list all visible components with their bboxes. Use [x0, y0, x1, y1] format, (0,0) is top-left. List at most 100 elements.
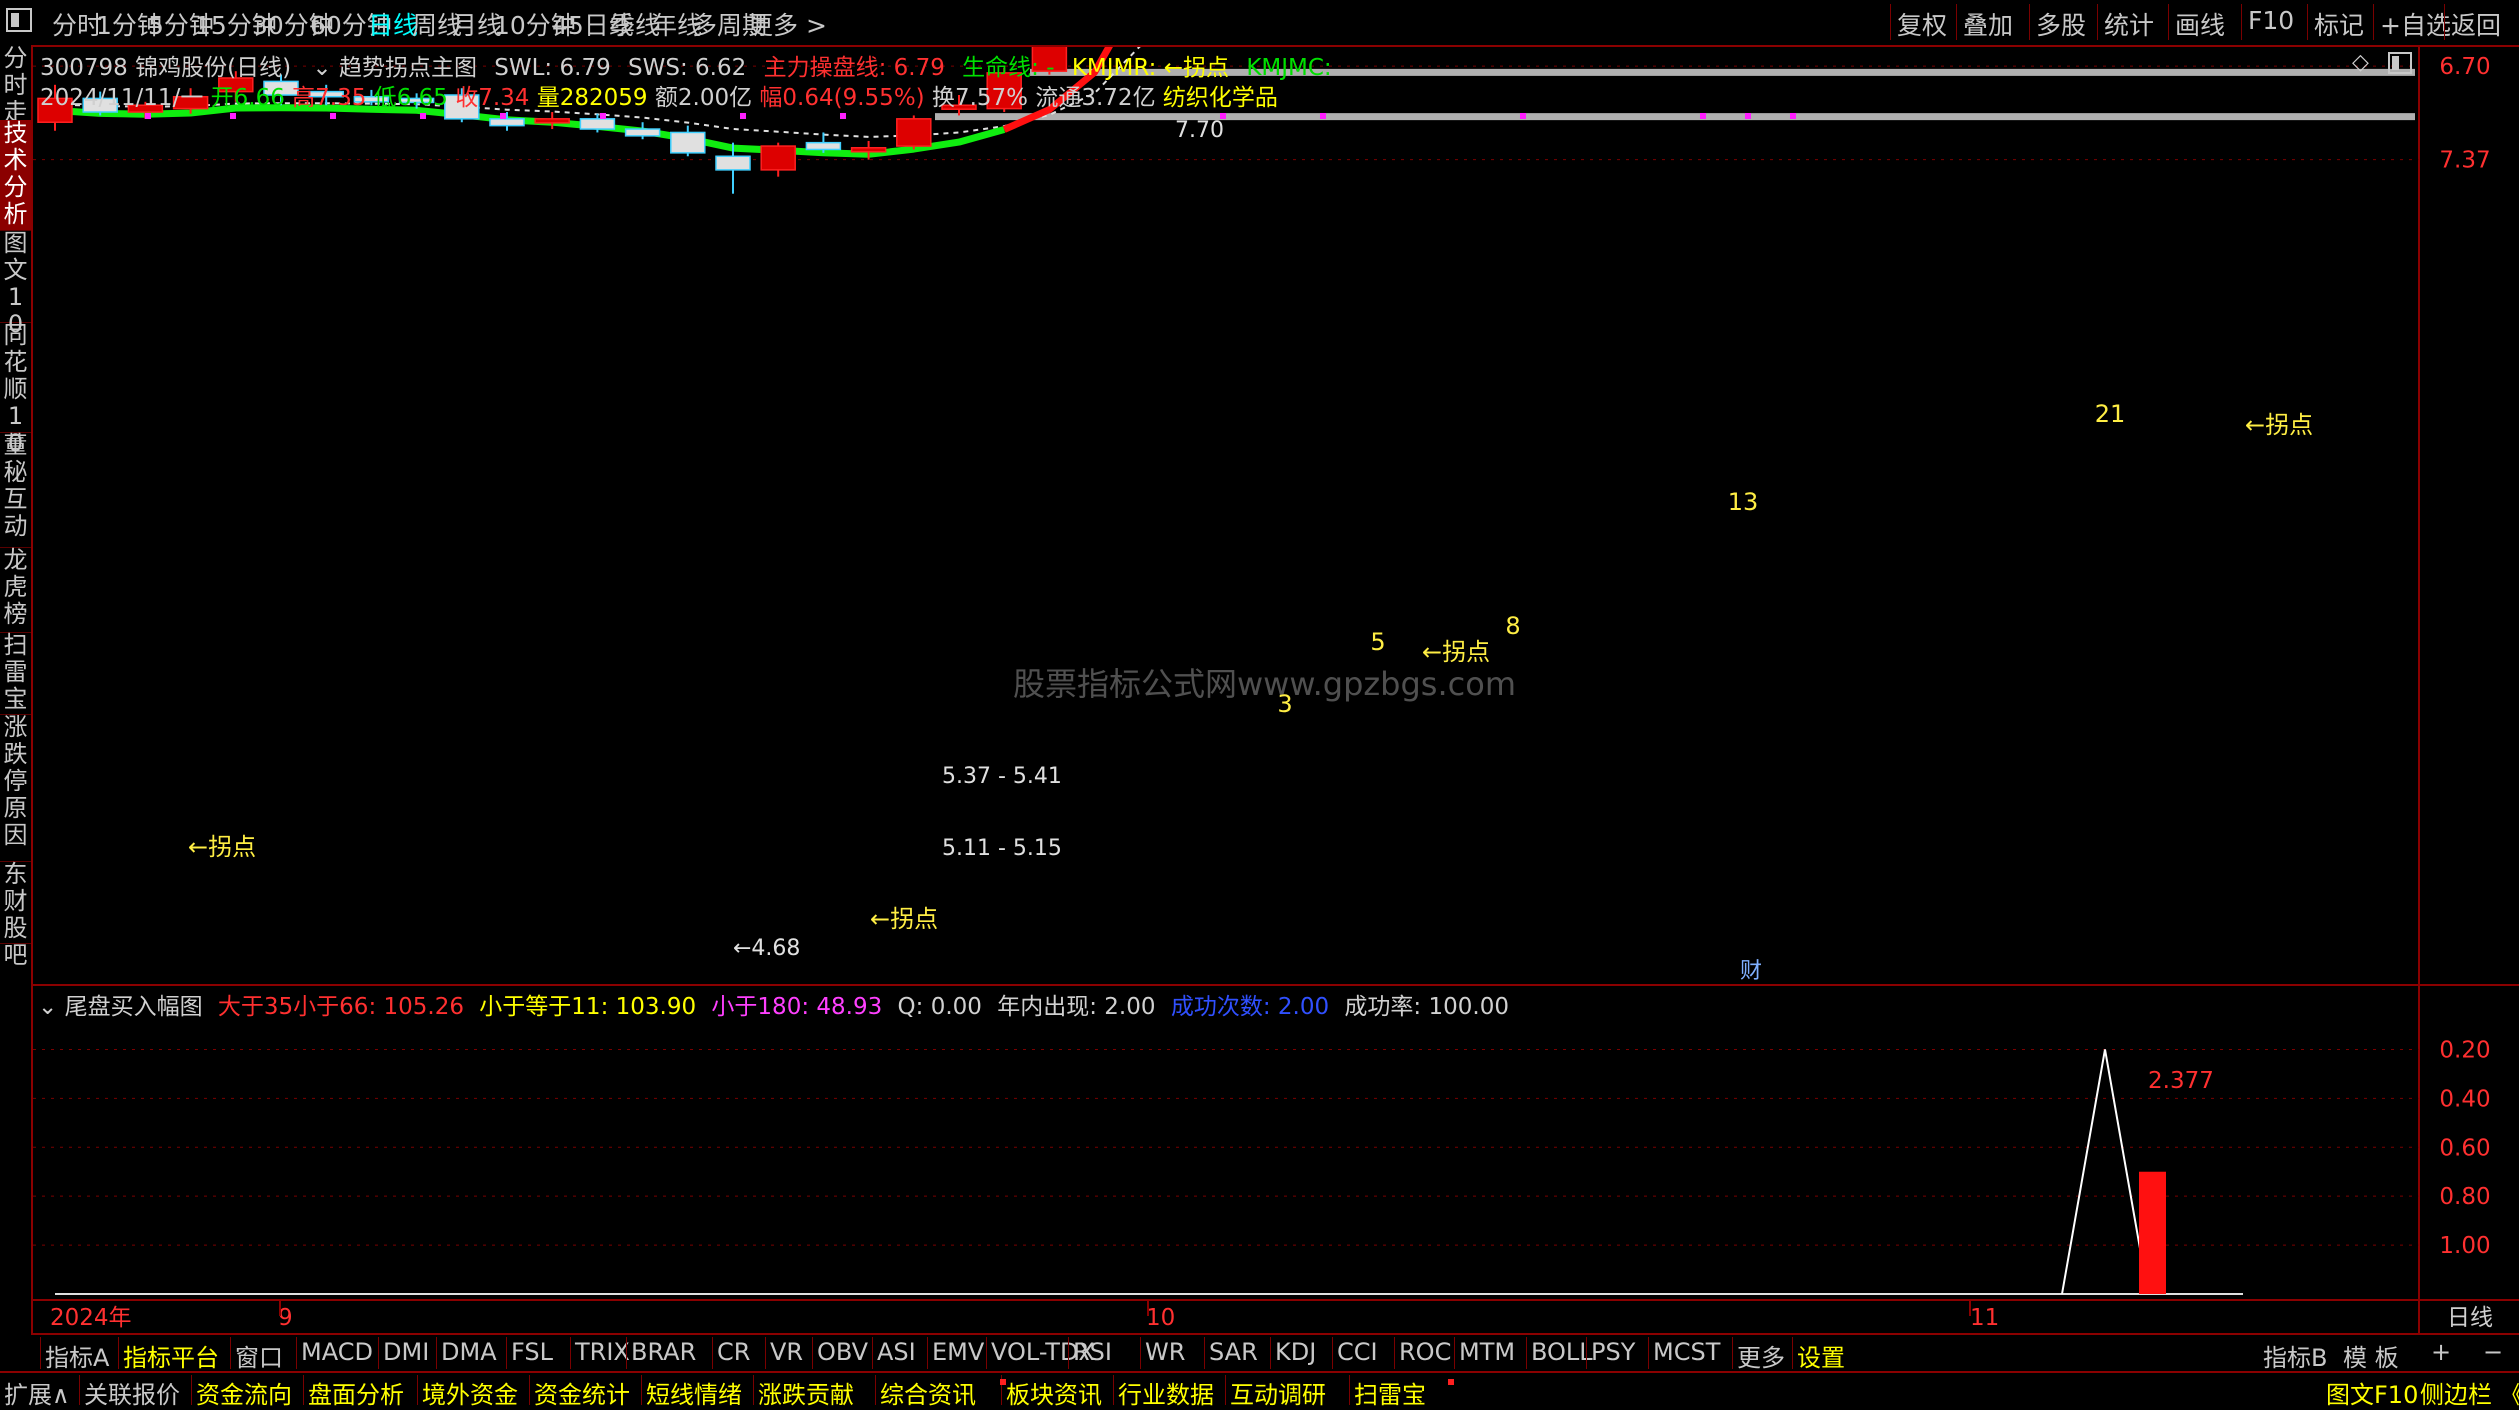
tab-divider	[1140, 1337, 1141, 1369]
indicator-right-2[interactable]: +	[2431, 1338, 2451, 1366]
toolbar-right-2[interactable]: 多股	[2036, 6, 2086, 42]
tab-divider	[303, 1375, 304, 1405]
bar-low: 低6.65	[373, 85, 448, 111]
diamond-icon[interactable]: ◇	[2352, 50, 2369, 75]
window-toggle-icon[interactable]	[2388, 52, 2412, 78]
signal-dot	[1745, 113, 1751, 119]
indicator-tab-18[interactable]: KDJ	[1275, 1338, 1316, 1366]
toolbar-right-5[interactable]: F10	[2248, 6, 2294, 35]
sub-value-f: 成功率: 100.00	[1344, 994, 1509, 1020]
indicator-right-3[interactable]: −	[2483, 1338, 2503, 1366]
indicator-tab-3[interactable]: MACD	[301, 1338, 373, 1366]
indicator-right-0[interactable]: 指标B	[2263, 1338, 2327, 1373]
sidebar-tab-label: 技术分析	[3, 119, 28, 228]
tab-divider	[79, 1375, 80, 1405]
indicator-right-1[interactable]: 模 板	[2343, 1338, 2399, 1373]
tab-divider	[712, 1337, 713, 1369]
sub-axis-label: 1.00	[2439, 1233, 2490, 1259]
signal-dot	[145, 113, 151, 119]
indicator-tab-16[interactable]: WR	[1145, 1338, 1185, 1366]
candle	[715, 155, 751, 171]
indicator-tab-7[interactable]: TRIX	[575, 1338, 630, 1366]
bar-high: 高7.35	[292, 85, 367, 111]
indicator-tab-9[interactable]: CR	[717, 1338, 750, 1366]
period-tab-14[interactable]: 更多 >	[748, 6, 827, 42]
main-header-line1: 300798 锦鸡股份(日线) ⌄ 趋势拐点主图 SWL: 6.79 SWS: …	[40, 48, 1332, 82]
indicator-tab-15[interactable]: RSI	[1073, 1338, 1112, 1366]
bar-date: 2024/11/11/一	[40, 85, 204, 111]
signal-dot	[330, 113, 336, 119]
period-tab-0[interactable]: 分时	[52, 6, 102, 42]
tab-divider	[230, 1337, 231, 1369]
candle	[850, 147, 887, 153]
tab-divider	[1113, 1375, 1114, 1405]
cai-icon: 财	[1740, 959, 1762, 984]
tab-divider	[417, 1375, 418, 1405]
low-label: ←4.68	[733, 936, 800, 961]
sub-collapse-icon[interactable]: ⌄	[38, 994, 57, 1020]
tab-divider	[1648, 1337, 1649, 1369]
period-tab-6[interactable]: 日线	[368, 6, 418, 42]
sidebar-tab-label: 扫雷宝	[3, 631, 28, 713]
sidebar-tab-2[interactable]: 图文10	[0, 230, 31, 338]
sidebar-tab-7[interactable]: 涨跌停原因	[0, 714, 31, 862]
sub-value-q: Q: 0.00	[897, 994, 982, 1020]
period-label: 日线	[2447, 1305, 2493, 1331]
sidebar-tab-4[interactable]: 董秘互动	[0, 432, 31, 548]
signal-dot	[230, 113, 236, 119]
sidebar-tab-label: 涨跌停原因	[3, 713, 28, 849]
toolbar-right-4[interactable]: 画线	[2175, 6, 2225, 42]
indicator-tab-13[interactable]: EMV	[932, 1338, 984, 1366]
indicator-tab-6[interactable]: FSL	[511, 1338, 553, 1366]
sidebar-tab-3[interactable]: 同花顺10	[0, 322, 31, 457]
indicator-tab-21[interactable]: MTM	[1459, 1338, 1515, 1366]
chart-canvas[interactable]: 股票指标公式网www.gpzbgs.com 5.37 - 5.41 5.11 - 5…	[33, 47, 2519, 1333]
indicator-tab-12[interactable]: ASI	[877, 1338, 916, 1366]
toolbar-right-1[interactable]: 叠加	[1963, 6, 2013, 42]
toolbar-right-8[interactable]: 返回	[2451, 6, 2501, 42]
indicator-tab-5[interactable]: DMA	[441, 1338, 497, 1366]
toolbar-divider	[2029, 4, 2030, 40]
indicator-tab-4[interactable]: DMI	[383, 1338, 429, 1366]
sidebar-tab-5[interactable]: 龙虎榜	[0, 547, 31, 633]
indicator-tab-20[interactable]: ROC	[1399, 1338, 1451, 1366]
indicator-tab-2[interactable]: 窗口	[235, 1338, 283, 1373]
tab-divider	[529, 1375, 530, 1405]
indicator-tab-8[interactable]: BRAR	[631, 1338, 696, 1366]
bar-turnover: 换7.57%	[931, 85, 1029, 111]
indicator-tab-23[interactable]: PSY	[1591, 1338, 1635, 1366]
sub-indicator-name[interactable]: 尾盘买入幅图	[65, 994, 203, 1020]
indicator-tab-26[interactable]: 设置	[1797, 1338, 1845, 1373]
candle	[760, 145, 796, 171]
indicator-tab-0[interactable]: 指标A	[45, 1338, 109, 1373]
tab-divider	[1526, 1337, 1527, 1369]
toolbar-right-7[interactable]: +自选	[2380, 6, 2451, 42]
high-label: 7.70	[1175, 118, 1224, 143]
signal-dot	[740, 113, 746, 119]
toolbar-right-6[interactable]: 标记	[2314, 6, 2364, 42]
indicator-tab-11[interactable]: OBV	[817, 1338, 868, 1366]
indicator-tab-24[interactable]: MCST	[1653, 1338, 1720, 1366]
signal-dot	[1700, 113, 1706, 119]
candle	[579, 118, 616, 130]
signal-dot	[420, 113, 426, 119]
toolbar-square-icon[interactable]	[6, 8, 32, 38]
sidebar-tab-1[interactable]: 技术分析	[0, 120, 31, 231]
indicator-tab-25[interactable]: 更多	[1737, 1338, 1785, 1373]
sidebar-tab-8[interactable]: 东财股吧	[0, 861, 31, 969]
sidebar-tab-6[interactable]: 扫雷宝	[0, 632, 31, 715]
indicator-tab-17[interactable]: SAR	[1209, 1338, 1258, 1366]
indicator-tab-10[interactable]: VR	[770, 1338, 803, 1366]
alert-dot	[1000, 1379, 1006, 1385]
indicator-tab-19[interactable]: CCI	[1337, 1338, 1378, 1366]
tab-divider	[626, 1337, 627, 1369]
indicator-tab-22[interactable]: BOLL	[1531, 1338, 1593, 1366]
toolbar-right-3[interactable]: 统计	[2104, 6, 2154, 42]
sub-axis-label: 0.40	[2439, 1086, 2490, 1112]
toolbar-right-0[interactable]: 复权	[1897, 6, 1947, 42]
indicator-tab-1[interactable]: 指标平台	[123, 1338, 219, 1373]
tab-divider	[436, 1337, 437, 1369]
sidebar-tab-0[interactable]: 分时走势	[0, 45, 31, 153]
candle	[670, 131, 706, 154]
bar-industry: 纺织化学品	[1162, 85, 1278, 111]
